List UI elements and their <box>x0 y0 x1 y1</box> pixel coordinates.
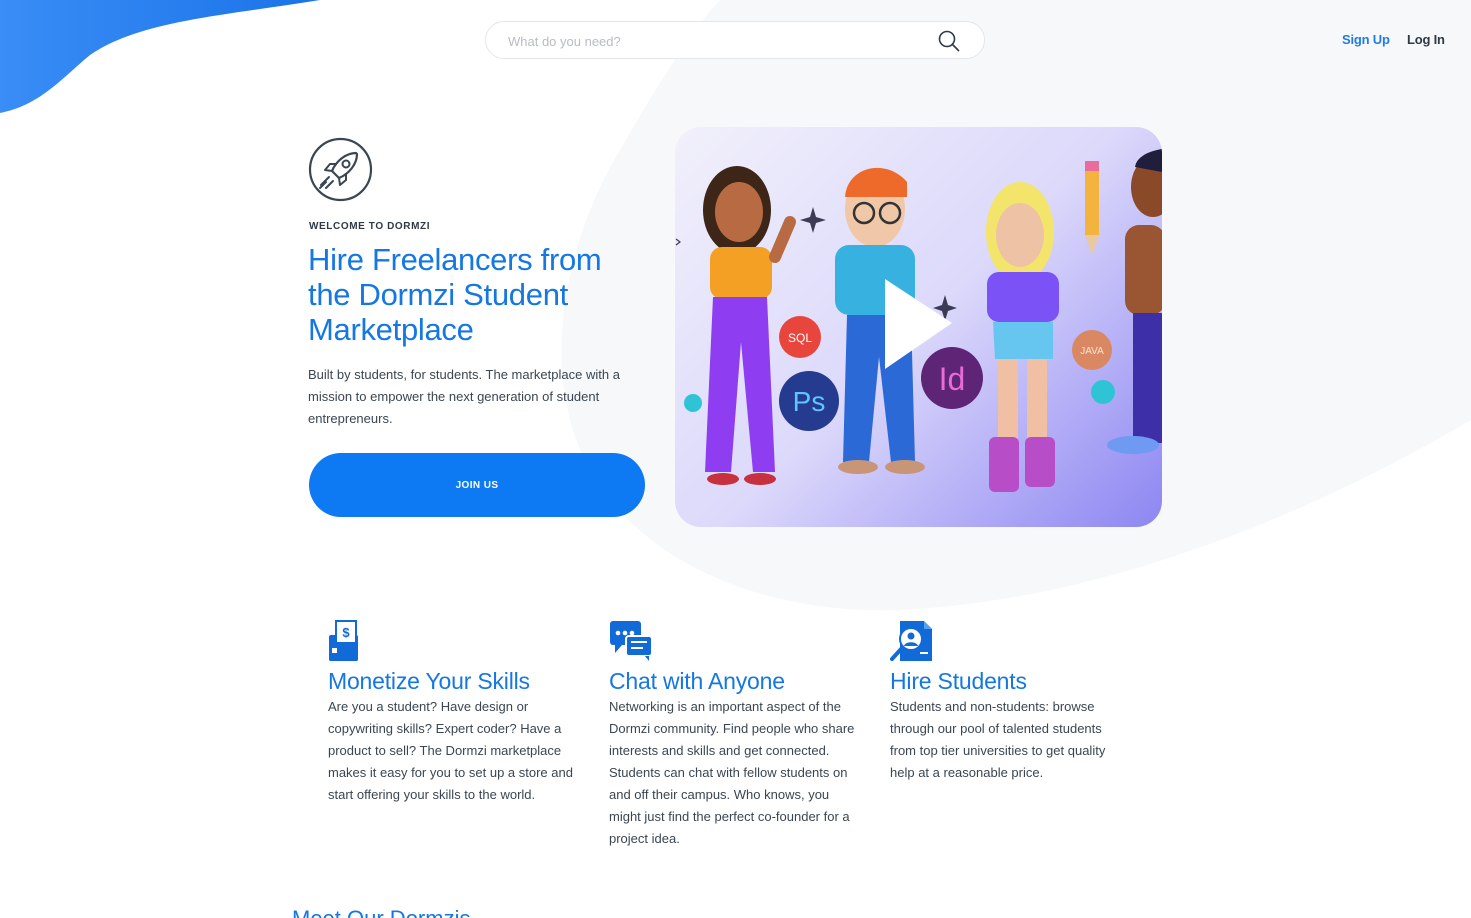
join-us-button[interactable]: JOIN US <box>309 453 645 517</box>
login-link[interactable]: Log In <box>1407 32 1445 47</box>
search-input[interactable] <box>508 30 928 52</box>
feature-text: Students and non-students: browse throug… <box>890 699 1106 780</box>
character-4 <box>1107 149 1162 454</box>
chevron-right-icon <box>675 238 681 246</box>
hero-video[interactable]: SQL Ps Id JAVA <box>675 127 1162 527</box>
photoshop-badge: Ps <box>779 371 839 431</box>
character-3 <box>986 161 1099 492</box>
search-icon[interactable] <box>938 30 960 52</box>
svg-text:JAVA: JAVA <box>1080 346 1104 357</box>
search-bar[interactable] <box>485 21 985 59</box>
hero-subtitle: Built by students, for students. The mar… <box>308 367 620 426</box>
svg-text:Id: Id <box>939 361 966 397</box>
video-illustration: SQL Ps Id JAVA <box>675 149 1162 492</box>
dot-icon <box>684 394 702 412</box>
svg-text:$: $ <box>342 625 350 640</box>
chat-icon <box>610 621 653 661</box>
sparkle-icon <box>800 207 826 233</box>
feature-title: Monetize Your Skills <box>328 668 530 694</box>
java-badge: JAVA <box>1072 330 1112 370</box>
feature-text: Are you a student? Have design or copywr… <box>328 699 573 802</box>
sql-badge: SQL <box>779 316 821 358</box>
indesign-badge: Id <box>921 347 983 409</box>
signup-link[interactable]: Sign Up <box>1342 32 1390 47</box>
feature-hire: Hire Students Students and non-students:… <box>890 620 1130 784</box>
character-1 <box>703 166 796 485</box>
feature-text: Networking is an important aspect of the… <box>609 699 855 846</box>
search-profile-icon <box>890 621 932 661</box>
rocket-icon <box>308 137 373 202</box>
hero-title: Hire Freelancers from the Dormzi Student… <box>308 242 602 347</box>
dot-icon <box>1091 380 1115 404</box>
feature-chat: Chat with Anyone Networking is an import… <box>609 620 859 850</box>
svg-text:SQL: SQL <box>788 331 812 345</box>
hero-eyebrow: WELCOME TO DORMZI <box>309 221 431 232</box>
top-left-blob <box>0 0 320 113</box>
wallet-icon: $ <box>329 620 358 661</box>
svg-text:Ps: Ps <box>793 386 826 417</box>
section-heading-meet: Meet Our Dormzis <box>292 906 470 918</box>
feature-monetize: $ Monetize Your Skills Are you a student… <box>328 620 588 806</box>
feature-title: Chat with Anyone <box>609 668 785 694</box>
feature-title: Hire Students <box>890 668 1027 694</box>
